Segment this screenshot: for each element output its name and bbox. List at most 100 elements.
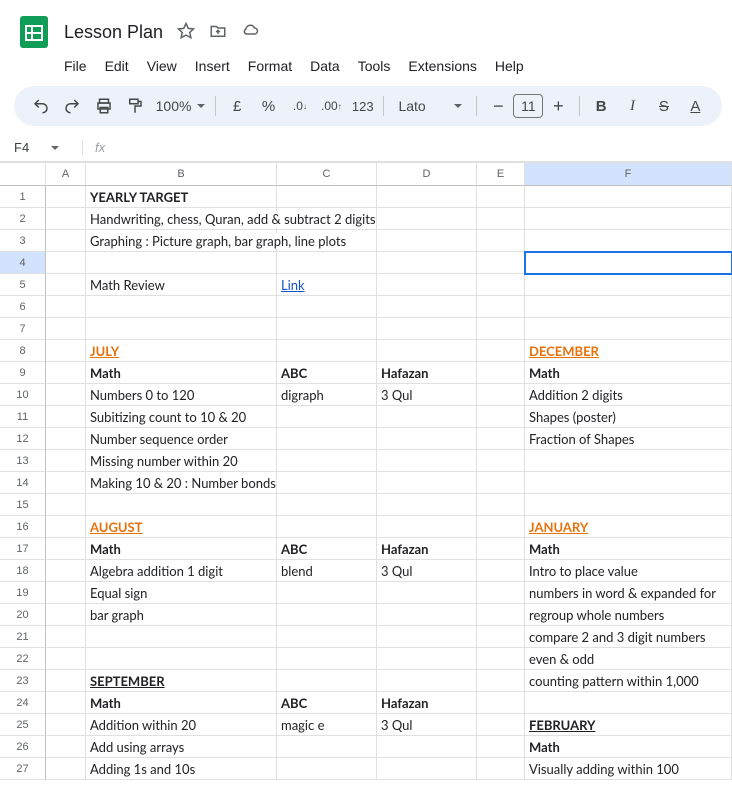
text-color-button[interactable]: A [681, 92, 710, 120]
cell[interactable] [277, 472, 377, 494]
row-header[interactable]: 21 [0, 626, 46, 648]
cell[interactable] [277, 494, 377, 516]
cell[interactable] [477, 384, 525, 406]
cell[interactable]: Fraction of Shapes [525, 428, 732, 450]
row-header[interactable]: 13 [0, 450, 46, 472]
row-header[interactable]: 5 [0, 274, 46, 296]
more-formats-button[interactable]: 123 [348, 92, 377, 120]
cell[interactable]: Graphing : Picture graph, bar graph, lin… [86, 230, 277, 252]
cell[interactable] [46, 582, 86, 604]
cell[interactable] [477, 538, 525, 560]
cell[interactable] [477, 252, 525, 274]
column-header-D[interactable]: D [377, 163, 477, 186]
cell[interactable]: Number sequence order [86, 428, 277, 450]
cell[interactable] [377, 736, 477, 758]
cell[interactable] [377, 648, 477, 670]
cell[interactable] [477, 296, 525, 318]
cell[interactable] [477, 340, 525, 362]
cell[interactable] [277, 186, 377, 208]
cell[interactable] [377, 758, 477, 780]
cell[interactable] [86, 494, 277, 516]
star-icon[interactable] [177, 22, 195, 43]
cell[interactable] [277, 450, 377, 472]
cell[interactable] [46, 538, 86, 560]
row-header[interactable]: 3 [0, 230, 46, 252]
cell[interactable] [377, 604, 477, 626]
cell[interactable] [377, 472, 477, 494]
cell[interactable]: ABC [277, 538, 377, 560]
bold-button[interactable]: B [586, 92, 615, 120]
cell[interactable]: Link [277, 274, 377, 296]
cell[interactable] [477, 714, 525, 736]
cell[interactable] [86, 648, 277, 670]
row-header[interactable]: 22 [0, 648, 46, 670]
font-size-input[interactable] [513, 94, 543, 118]
cell[interactable]: DECEMBER [525, 340, 732, 362]
cell[interactable] [46, 384, 86, 406]
menu-edit[interactable]: Edit [97, 54, 137, 78]
cell[interactable] [46, 362, 86, 384]
cell[interactable] [477, 472, 525, 494]
cell[interactable] [46, 758, 86, 780]
currency-pound-button[interactable]: £ [222, 92, 251, 120]
cell[interactable]: Subitizing count to 10 & 20 [86, 406, 277, 428]
cell[interactable] [477, 450, 525, 472]
cell[interactable]: even & odd [525, 648, 732, 670]
cell[interactable]: Hafazan [377, 362, 477, 384]
cell[interactable]: AUGUST [86, 516, 277, 538]
cell[interactable]: Math [525, 538, 732, 560]
cell[interactable] [477, 516, 525, 538]
cell[interactable] [277, 670, 377, 692]
cell[interactable]: Equal sign [86, 582, 277, 604]
cell[interactable] [525, 472, 732, 494]
row-header[interactable]: 18 [0, 560, 46, 582]
cell[interactable]: Intro to place value [525, 560, 732, 582]
cell[interactable]: 3 Qul [377, 384, 477, 406]
cell[interactable] [277, 406, 377, 428]
row-header[interactable]: 14 [0, 472, 46, 494]
row-header[interactable]: 19 [0, 582, 46, 604]
redo-button[interactable] [57, 92, 86, 120]
row-header[interactable]: 26 [0, 736, 46, 758]
cell[interactable] [46, 516, 86, 538]
row-header[interactable]: 1 [0, 186, 46, 208]
cell[interactable] [377, 428, 477, 450]
cell[interactable]: SEPTEMBER [86, 670, 277, 692]
row-header[interactable]: 15 [0, 494, 46, 516]
cell[interactable]: Addition 2 digits [525, 384, 732, 406]
cell[interactable] [477, 274, 525, 296]
cell[interactable]: Hafazan [377, 692, 477, 714]
row-header[interactable]: 25 [0, 714, 46, 736]
cell[interactable] [477, 626, 525, 648]
cell[interactable] [46, 318, 86, 340]
cell[interactable]: Math [86, 538, 277, 560]
cell[interactable]: Math Review [86, 274, 277, 296]
cell[interactable] [46, 472, 86, 494]
cell[interactable] [46, 252, 86, 274]
row-header[interactable]: 24 [0, 692, 46, 714]
menu-insert[interactable]: Insert [187, 54, 238, 78]
cell[interactable] [46, 736, 86, 758]
decrease-decimal-button[interactable]: .0↓ [285, 92, 314, 120]
decrease-font-button[interactable]: − [483, 92, 513, 120]
cell[interactable] [377, 208, 477, 230]
row-header[interactable]: 9 [0, 362, 46, 384]
cell[interactable] [277, 252, 377, 274]
cell[interactable]: regroup whole numbers [525, 604, 732, 626]
cell[interactable]: Handwriting, chess, Quran, add & subtrac… [86, 208, 277, 230]
cell[interactable] [377, 340, 477, 362]
cell[interactable] [525, 230, 732, 252]
cell[interactable] [477, 406, 525, 428]
cell[interactable]: digraph [277, 384, 377, 406]
row-header[interactable]: 20 [0, 604, 46, 626]
cell[interactable] [46, 340, 86, 362]
row-header[interactable]: 7 [0, 318, 46, 340]
cell[interactable] [46, 604, 86, 626]
cell[interactable] [377, 516, 477, 538]
column-header-B[interactable]: B [86, 163, 277, 186]
cell[interactable]: Math [86, 692, 277, 714]
cell[interactable] [525, 208, 732, 230]
percent-button[interactable]: % [254, 92, 283, 120]
cell[interactable] [46, 692, 86, 714]
cell[interactable] [477, 582, 525, 604]
